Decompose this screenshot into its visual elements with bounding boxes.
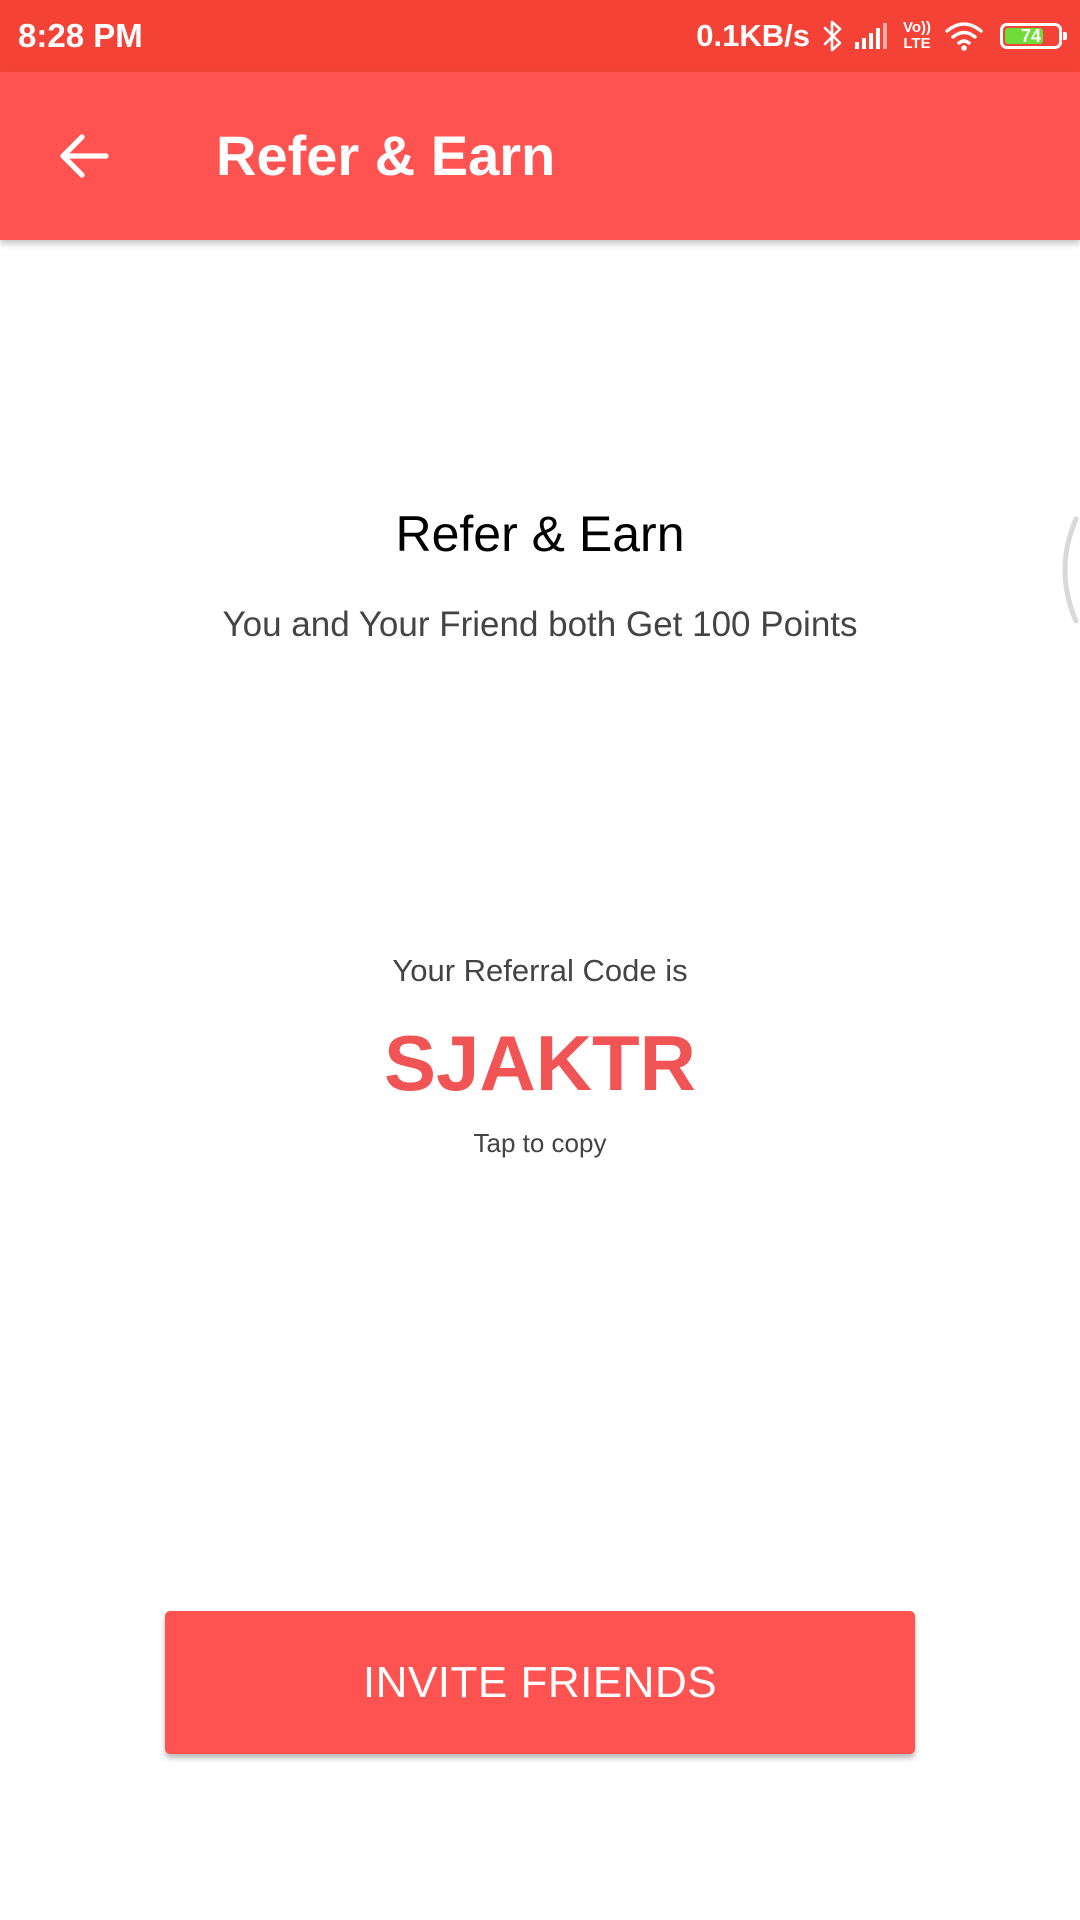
content-subtitle: You and Your Friend both Get 100 Points bbox=[222, 605, 858, 644]
signal-icon bbox=[854, 21, 890, 51]
battery-level: 74 bbox=[1020, 26, 1042, 46]
arrow-left-icon bbox=[60, 134, 109, 178]
content-title: Refer & Earn bbox=[395, 506, 685, 562]
wifi-icon bbox=[944, 20, 984, 52]
volte-icon: Vo)) LTE bbox=[900, 20, 934, 52]
referral-code[interactable]: SJAKTR bbox=[0, 1018, 1080, 1109]
referral-code-label: Your Referral Code is bbox=[392, 953, 688, 988]
network-speed: 0.1KB/s bbox=[696, 18, 810, 53]
page-title: Refer & Earn bbox=[216, 124, 556, 187]
status-time: 8:28 PM bbox=[18, 17, 143, 54]
app-bar: Refer & Earn bbox=[0, 72, 1080, 240]
bluetooth-icon bbox=[822, 19, 844, 53]
copy-hint[interactable]: Tap to copy bbox=[0, 1128, 1080, 1159]
status-bar: 8:28 PM 0.1KB/s Vo)) LTE 74 bbox=[0, 0, 1080, 72]
battery-tip bbox=[1063, 32, 1067, 40]
back-button[interactable] bbox=[44, 116, 124, 196]
edge-swipe-handle[interactable] bbox=[1048, 515, 1080, 625]
volte-bottom-label: LTE bbox=[903, 35, 931, 52]
status-indicators: 0.1KB/s Vo)) LTE 74 bbox=[696, 0, 1067, 72]
volte-top-label: Vo)) bbox=[902, 19, 932, 36]
invite-friends-button[interactable]: INVITE FRIENDS bbox=[165, 1611, 915, 1754]
battery-icon: 74 bbox=[1000, 23, 1067, 49]
